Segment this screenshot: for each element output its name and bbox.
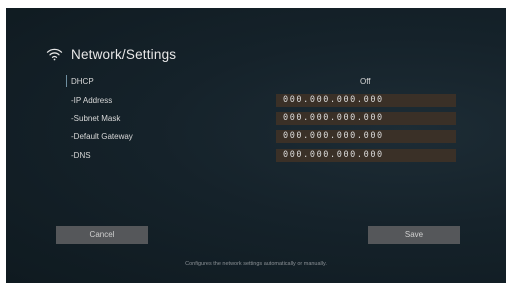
subnet-mask-label: -Subnet Mask <box>71 114 121 123</box>
dhcp-value[interactable]: Off <box>360 75 371 88</box>
default-gateway-field[interactable]: 000.000.000.000 <box>276 130 456 143</box>
selection-cursor <box>66 75 67 87</box>
dns-field[interactable]: 000.000.000.000 <box>276 149 456 162</box>
ip-address-field[interactable]: 000.000.000.000 <box>276 94 456 107</box>
ip-address-label: -IP Address <box>71 96 113 105</box>
header: Network/Settings <box>46 44 176 64</box>
wifi-icon <box>46 47 63 61</box>
setting-row-dns[interactable]: -DNS 000.000.000.000 <box>66 149 466 162</box>
setting-row-dhcp[interactable]: DHCP Off <box>66 75 466 88</box>
setting-row-ip-address[interactable]: -IP Address 000.000.000.000 <box>66 94 466 107</box>
dns-label: -DNS <box>71 151 91 160</box>
setting-row-subnet-mask[interactable]: -Subnet Mask 000.000.000.000 <box>66 112 466 125</box>
network-settings-screen: Network/Settings DHCP Off -IP Address 00… <box>6 8 506 283</box>
subnet-mask-field[interactable]: 000.000.000.000 <box>276 112 456 125</box>
default-gateway-label: -Default Gateway <box>71 132 133 141</box>
page-title: Network/Settings <box>71 46 177 62</box>
cancel-button[interactable]: Cancel <box>56 226 148 244</box>
dhcp-label: DHCP <box>71 77 94 86</box>
setting-row-default-gateway[interactable]: -Default Gateway 000.000.000.000 <box>66 130 466 143</box>
save-button[interactable]: Save <box>368 226 460 244</box>
help-text: Configures the network settings automati… <box>185 261 327 267</box>
